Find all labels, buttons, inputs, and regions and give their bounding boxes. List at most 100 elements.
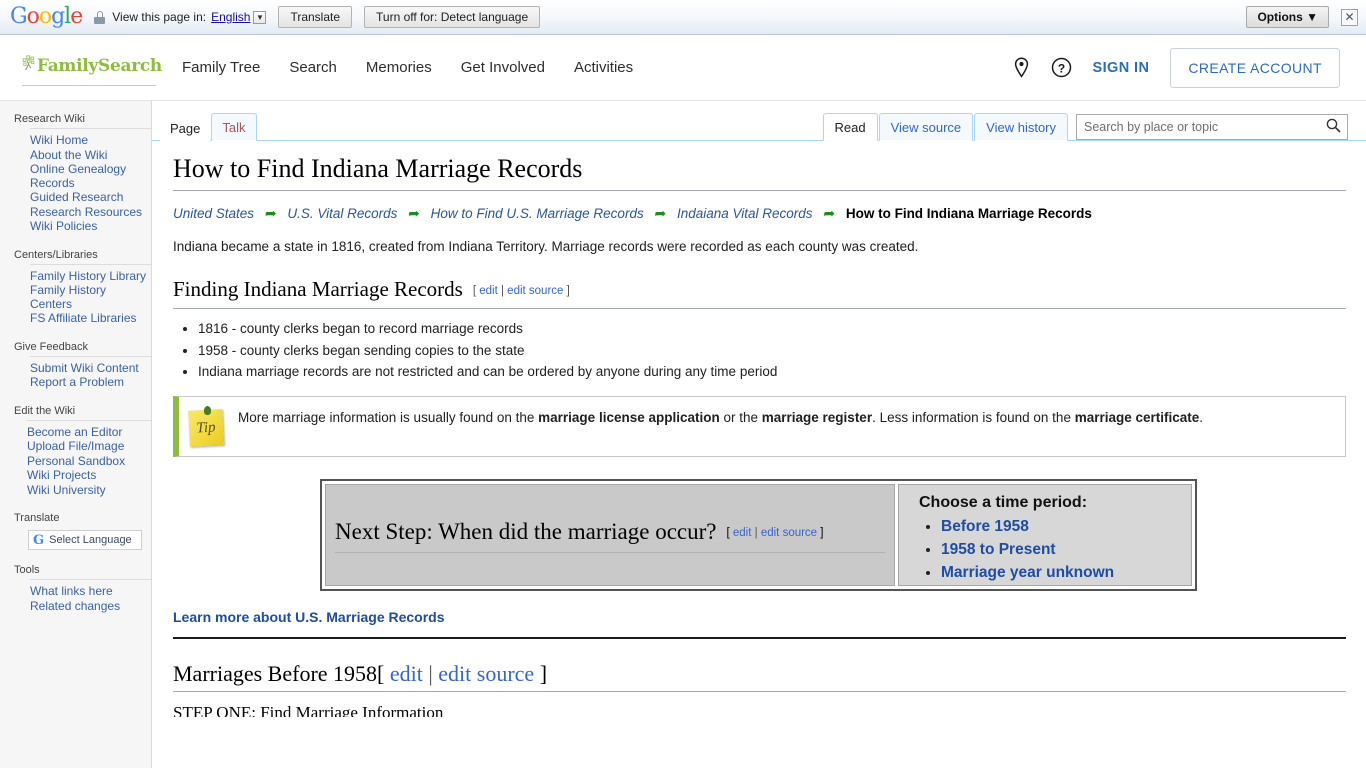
nav-item-search[interactable]: Search bbox=[289, 59, 337, 76]
sidebar-item-what-links-here[interactable]: What links here bbox=[30, 584, 151, 599]
sidebar-item-wiki-projects[interactable]: Wiki Projects bbox=[27, 468, 151, 483]
sidebar-list: Wiki Home About the Wiki Online Genealog… bbox=[30, 128, 151, 235]
option-before-1958[interactable]: Before 1958 bbox=[941, 518, 1029, 535]
next-step-question: Next Step: When did the marriage occur? [… bbox=[335, 517, 885, 553]
sidebar-item-upload-file-image[interactable]: Upload File/Image bbox=[27, 439, 151, 454]
tip-part-1: More marriage information is usually fou… bbox=[238, 409, 539, 425]
sidebar-item-submit-wiki-content[interactable]: Submit Wiki Content bbox=[30, 361, 151, 376]
edit-source-link[interactable]: edit source bbox=[761, 527, 817, 539]
translate-prompt-label: View this page in: bbox=[112, 10, 207, 24]
list-item: Wiki Home bbox=[30, 133, 151, 149]
sidebar-item-wiki-home[interactable]: Wiki Home bbox=[30, 133, 151, 148]
close-icon[interactable]: ✕ bbox=[1341, 8, 1358, 26]
sidebar-item-report-a-problem[interactable]: Report a Problem bbox=[30, 375, 151, 390]
sidebar-item-personal-sandbox[interactable]: Personal Sandbox bbox=[27, 454, 151, 469]
nav-item-get-involved[interactable]: Get Involved bbox=[461, 59, 545, 76]
page-body: Research Wiki Wiki Home About the Wiki O… bbox=[0, 101, 1366, 768]
learn-more-link[interactable]: Learn more about U.S. Marriage Records bbox=[173, 609, 445, 625]
tip-text: More marriage information is usually fou… bbox=[238, 405, 1203, 429]
search-icon[interactable] bbox=[1326, 118, 1341, 138]
list-item: Upload File/Image bbox=[27, 439, 151, 455]
create-account-button[interactable]: CREATE ACCOUNT bbox=[1170, 47, 1340, 88]
tab-page[interactable]: Page bbox=[160, 115, 211, 141]
breadcrumb: United States ➦ U.S. Vital Records ➦ How… bbox=[173, 204, 1346, 223]
section-heading-finding-indiana-marriage-records: Finding Indiana Marriage Records [ edit |… bbox=[173, 276, 1346, 309]
list-item: What links here bbox=[30, 584, 151, 600]
nav-item-family-tree[interactable]: Family Tree bbox=[182, 59, 260, 76]
sidebar-item-related-changes[interactable]: Related changes bbox=[30, 599, 151, 614]
tab-view-source[interactable]: View source bbox=[878, 113, 974, 141]
breadcrumb-item-how-to-find-us-marriage-records[interactable]: How to Find U.S. Marriage Records bbox=[431, 206, 644, 221]
nav-item-activities[interactable]: Activities bbox=[574, 59, 633, 76]
sidebar-group-tools: Tools What links here Related changes bbox=[0, 560, 151, 614]
sidebar-group-edit-the-wiki: Edit the Wiki Become an Editor Upload Fi… bbox=[0, 401, 151, 499]
edit-link[interactable]: edit bbox=[479, 285, 498, 297]
sidebar-group-title: Tools bbox=[14, 564, 40, 576]
list-item: About the Wiki bbox=[30, 148, 151, 164]
breadcrumb-item-united-states[interactable]: United States bbox=[173, 206, 254, 221]
translate-options-button[interactable]: Options ▼ bbox=[1246, 6, 1329, 28]
select-language-label: Select Language bbox=[49, 534, 132, 546]
sidebar-item-become-an-editor[interactable]: Become an Editor bbox=[27, 425, 151, 440]
tab-view-history[interactable]: View history bbox=[974, 113, 1068, 141]
translate-language-link[interactable]: English bbox=[211, 10, 250, 24]
tip-part-4: . bbox=[1199, 409, 1204, 425]
list-item: Personal Sandbox bbox=[27, 454, 151, 470]
sidebar-item-fs-affiliate-libraries[interactable]: FS Affiliate Libraries bbox=[30, 311, 151, 326]
select-language-dropdown[interactable]: G Select Language bbox=[28, 530, 142, 550]
question-circle-icon[interactable]: ? bbox=[1051, 57, 1072, 78]
sidebar-item-online-genealogy-records[interactable]: Online Genealogy Records bbox=[30, 162, 151, 190]
option-1958-to-present[interactable]: 1958 to Present bbox=[941, 541, 1056, 558]
sidebar-list: What links here Related changes bbox=[30, 579, 151, 614]
sidebar-item-wiki-university[interactable]: Wiki University bbox=[27, 483, 151, 498]
logo-underline bbox=[22, 84, 156, 86]
nav-item-memories[interactable]: Memories bbox=[366, 59, 432, 76]
tip-note-icon: Tip bbox=[187, 405, 227, 448]
google-g-icon: G bbox=[33, 532, 45, 548]
list-item: Family History Centers bbox=[30, 283, 151, 312]
edit-link[interactable]: edit bbox=[390, 661, 423, 686]
breadcrumb-item-us-vital-records[interactable]: U.S. Vital Records bbox=[287, 206, 397, 221]
edit-link[interactable]: edit bbox=[733, 527, 752, 539]
edit-source-link[interactable]: edit source bbox=[438, 661, 534, 686]
tab-talk[interactable]: Talk bbox=[211, 113, 257, 141]
primary-nav: Family Tree Search Memories Get Involved… bbox=[182, 59, 633, 76]
sidebar-list: Become an Editor Upload File/Image Perso… bbox=[27, 419, 151, 499]
sidebar-item-research-resources[interactable]: Research Resources bbox=[30, 205, 151, 220]
section-heading-marriages-before-1958: Marriages Before 1958[ edit | edit sourc… bbox=[173, 661, 1346, 692]
sidebar-group-translate: Translate G Select Language bbox=[0, 508, 151, 550]
list-item: Online Genealogy Records bbox=[30, 162, 151, 191]
tab-read[interactable]: Read bbox=[822, 113, 878, 141]
option-marriage-year-unknown[interactable]: Marriage year unknown bbox=[941, 564, 1114, 581]
section-edit-links: [ edit | edit source ] bbox=[472, 285, 570, 297]
sidebar-group-research-wiki: Research Wiki Wiki Home About the Wiki O… bbox=[0, 109, 151, 235]
step-one-heading-partial: STEP ONE: Find Marriage Information bbox=[173, 702, 444, 717]
sidebar-item-family-history-library[interactable]: Family History Library bbox=[30, 269, 151, 284]
familysearch-wordmark: FamilySearch bbox=[36, 55, 162, 76]
list-item: 1958 - county clerks began sending copie… bbox=[198, 340, 1346, 362]
turn-off-translate-button[interactable]: Turn off for: Detect language bbox=[364, 6, 541, 28]
sign-in-link[interactable]: SIGN IN bbox=[1093, 60, 1150, 76]
next-step-question-panel: Next Step: When did the marriage occur? [… bbox=[325, 483, 895, 586]
finding-records-bullet-list: 1816 - county clerks began to record mar… bbox=[173, 318, 1346, 383]
sidebar-group-title: Research Wiki bbox=[14, 113, 85, 125]
sidebar-item-wiki-policies[interactable]: Wiki Policies bbox=[30, 219, 151, 234]
wiki-search-box[interactable] bbox=[1076, 114, 1348, 140]
translate-button[interactable]: Translate bbox=[278, 6, 353, 28]
edit-source-link[interactable]: edit source bbox=[507, 285, 563, 297]
sidebar-item-about-the-wiki[interactable]: About the Wiki bbox=[30, 148, 151, 163]
sidebar-item-guided-research[interactable]: Guided Research bbox=[30, 190, 151, 205]
sidebar-list: Submit Wiki Content Report a Problem bbox=[30, 355, 151, 391]
sidebar-group-centers-libraries: Centers/Libraries Family History Library… bbox=[0, 245, 151, 327]
search-input[interactable] bbox=[1077, 116, 1312, 138]
page-title: How to Find Indiana Marriage Records bbox=[173, 153, 1346, 191]
map-pin-icon[interactable] bbox=[1013, 57, 1030, 78]
tip-part-2: or the bbox=[719, 409, 762, 425]
chevron-down-icon[interactable]: ▼ bbox=[253, 10, 267, 24]
familysearch-logo[interactable]: FamilySearch bbox=[22, 50, 162, 86]
list-item: Wiki University bbox=[27, 483, 151, 499]
list-item: 1816 - county clerks began to record mar… bbox=[198, 318, 1346, 340]
list-item: Become an Editor bbox=[27, 425, 151, 441]
sidebar-item-family-history-centers[interactable]: Family History Centers bbox=[30, 283, 151, 311]
breadcrumb-item-indiana-vital-records[interactable]: Indaiana Vital Records bbox=[677, 206, 813, 221]
